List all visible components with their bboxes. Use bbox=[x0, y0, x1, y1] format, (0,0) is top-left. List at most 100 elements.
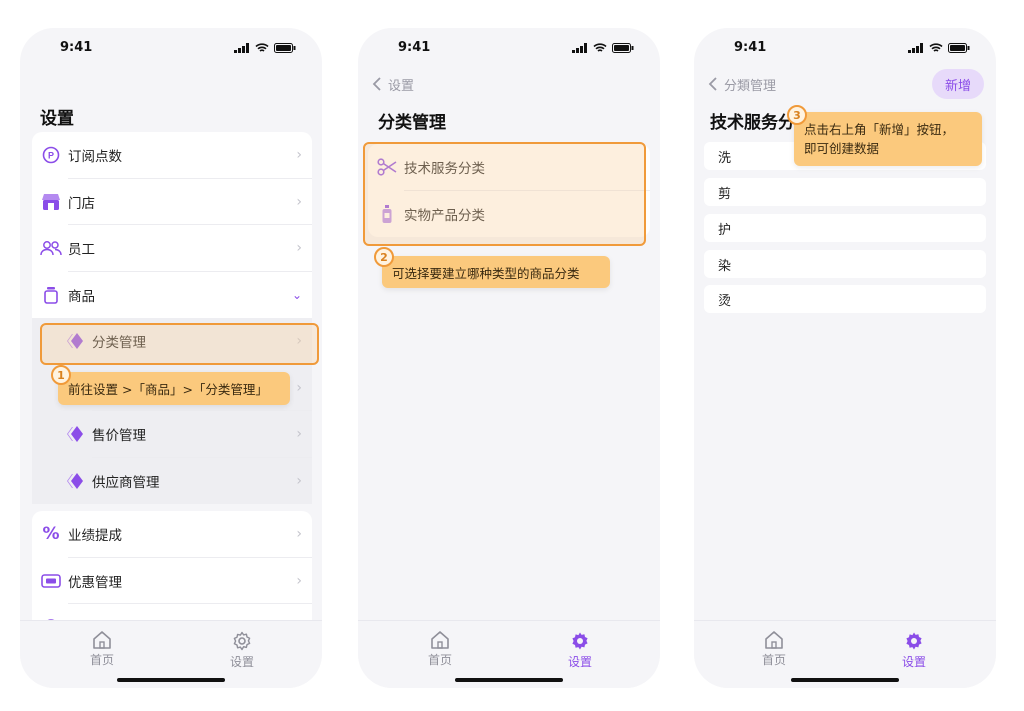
settings-item-label: 订阅点数 bbox=[68, 149, 122, 166]
ticket-icon bbox=[40, 570, 62, 592]
chevron-right-icon: › bbox=[296, 472, 302, 489]
settings-item-store[interactable]: 门店 › bbox=[32, 179, 312, 225]
tab-settings[interactable]: 设置 bbox=[550, 631, 610, 670]
chevron-right-icon: › bbox=[296, 240, 302, 257]
status-time: 9:41 bbox=[734, 40, 767, 55]
tab-bar: 首页 设置 bbox=[694, 620, 996, 688]
category-item[interactable]: 染 bbox=[704, 250, 986, 278]
category-item[interactable]: 剪 bbox=[704, 178, 986, 206]
home-icon bbox=[93, 631, 111, 649]
phone-settings-screen: 9:41 设置 P 订阅点数 › 门店 › 员工 › 商品 ⌄ 分类管理 › ›… bbox=[20, 28, 322, 688]
settings-item-product[interactable]: 商品 ⌄ bbox=[32, 272, 312, 319]
percent-icon: % bbox=[42, 524, 60, 545]
gear-icon bbox=[572, 632, 588, 650]
tab-settings[interactable]: 设置 bbox=[212, 631, 272, 670]
tab-bar: 首页 设置 bbox=[20, 620, 322, 688]
home-icon bbox=[431, 631, 449, 649]
tab-home[interactable]: 首页 bbox=[410, 631, 470, 668]
chevron-right-icon: › bbox=[296, 147, 302, 164]
signal-icon bbox=[572, 43, 587, 53]
status-bar: 9:41 bbox=[694, 40, 996, 64]
wifi-icon bbox=[929, 43, 943, 52]
back-label: 分類管理 bbox=[724, 78, 777, 94]
tab-settings-label: 设置 bbox=[229, 655, 254, 669]
wifi-icon bbox=[593, 43, 607, 52]
tab-home-label: 首页 bbox=[761, 653, 786, 667]
chevron-right-icon: › bbox=[296, 426, 302, 443]
page-title: 设置 bbox=[40, 109, 74, 129]
settings-item-discount[interactable]: 优惠管理 › bbox=[32, 558, 312, 604]
status-bar: 9:41 bbox=[20, 40, 322, 64]
settings-item-label: 优惠管理 bbox=[68, 574, 122, 591]
tab-settings-label: 设置 bbox=[901, 655, 926, 669]
product-icon bbox=[40, 284, 62, 306]
submenu-item-label: 供应商管理 bbox=[92, 474, 160, 491]
store-icon bbox=[40, 191, 62, 213]
step-badge-3: 3 bbox=[787, 105, 807, 125]
chevron-left-icon bbox=[702, 74, 724, 94]
diamond-icon bbox=[64, 470, 86, 492]
settings-item-label: 门店 bbox=[68, 195, 95, 212]
signal-icon bbox=[234, 43, 249, 53]
tip-line-1: 点击右上角「新增」按钮， bbox=[804, 122, 955, 137]
tab-bar: 首页 设置 bbox=[358, 620, 660, 688]
submenu-item-supplier[interactable]: 供应商管理 › bbox=[32, 458, 312, 505]
settings-item-label: 员工 bbox=[68, 242, 95, 259]
step-badge-2: 2 bbox=[374, 247, 394, 267]
staff-icon bbox=[40, 237, 62, 259]
status-bar: 9:41 bbox=[358, 40, 660, 64]
step-badge-1: 1 bbox=[51, 365, 71, 385]
tab-home[interactable]: 首页 bbox=[72, 631, 132, 668]
home-indicator bbox=[455, 678, 563, 682]
tab-home-label: 首页 bbox=[89, 653, 114, 667]
back-button[interactable]: 分類管理 bbox=[702, 74, 776, 94]
settings-item-label: 商品 bbox=[68, 288, 95, 305]
page-title: 分类管理 bbox=[378, 113, 446, 133]
submenu-item-price[interactable]: 售价管理 › bbox=[32, 411, 312, 458]
home-icon bbox=[765, 631, 783, 649]
chevron-right-icon: › bbox=[296, 572, 302, 589]
chevron-right-icon: › bbox=[296, 526, 302, 543]
settings-list: P 订阅点数 › 门店 › 员工 › 商品 ⌄ 分类管理 › › 售价管理 › … bbox=[32, 132, 312, 504]
svg-text:P: P bbox=[48, 151, 54, 161]
points-icon: P bbox=[40, 144, 62, 166]
phone-category-type-screen: 9:41 设置 分类管理 技术服务分类 实物产品分类 可选择要建立哪种类型的商品… bbox=[358, 28, 660, 688]
battery-icon bbox=[274, 43, 296, 53]
home-indicator bbox=[791, 678, 899, 682]
phone-service-category-screen: 9:41 分類管理 新增 技术服务分类 洗 剪 护 染 烫 点击右上角「新增」按… bbox=[694, 28, 996, 688]
signal-icon bbox=[908, 43, 923, 53]
new-button[interactable]: 新增 bbox=[932, 69, 984, 99]
submenu-item-label: 售价管理 bbox=[92, 428, 146, 445]
tab-home[interactable]: 首页 bbox=[744, 631, 804, 668]
highlight-box bbox=[40, 323, 319, 365]
settings-item-points[interactable]: P 订阅点数 › bbox=[32, 132, 312, 179]
tip-step-2: 可选择要建立哪种类型的商品分类 bbox=[382, 256, 610, 288]
highlight-box bbox=[363, 142, 646, 246]
back-label: 设置 bbox=[388, 78, 415, 94]
battery-icon bbox=[948, 43, 970, 53]
tip-step-3: 点击右上角「新增」按钮， 即可创建数据 bbox=[794, 112, 982, 166]
settings-item-staff[interactable]: 员工 › bbox=[32, 225, 312, 272]
home-indicator bbox=[117, 678, 225, 682]
tab-settings[interactable]: 设置 bbox=[884, 631, 944, 670]
diamond-icon bbox=[64, 423, 86, 445]
settings-item-label: 业绩提成 bbox=[68, 528, 122, 545]
tab-settings-label: 设置 bbox=[567, 655, 592, 669]
tip-step-1: 前往设置 >「商品」>「分类管理」 bbox=[58, 372, 290, 405]
status-time: 9:41 bbox=[398, 40, 431, 55]
status-time: 9:41 bbox=[60, 40, 93, 55]
back-button[interactable]: 设置 bbox=[366, 74, 414, 94]
chevron-right-icon: › bbox=[296, 379, 302, 396]
chevron-left-icon bbox=[366, 74, 388, 94]
settings-item-commission[interactable]: % 业绩提成 › bbox=[32, 511, 312, 558]
category-item[interactable]: 烫 bbox=[704, 285, 986, 313]
category-item[interactable]: 护 bbox=[704, 214, 986, 242]
gear-icon bbox=[233, 631, 251, 651]
gear-icon bbox=[906, 632, 922, 650]
tip-line-2: 即可创建数据 bbox=[804, 141, 880, 156]
battery-icon bbox=[612, 43, 634, 53]
chevron-down-icon: ⌄ bbox=[291, 287, 302, 302]
tab-home-label: 首页 bbox=[427, 653, 452, 667]
wifi-icon bbox=[255, 43, 269, 52]
chevron-right-icon: › bbox=[296, 193, 302, 210]
